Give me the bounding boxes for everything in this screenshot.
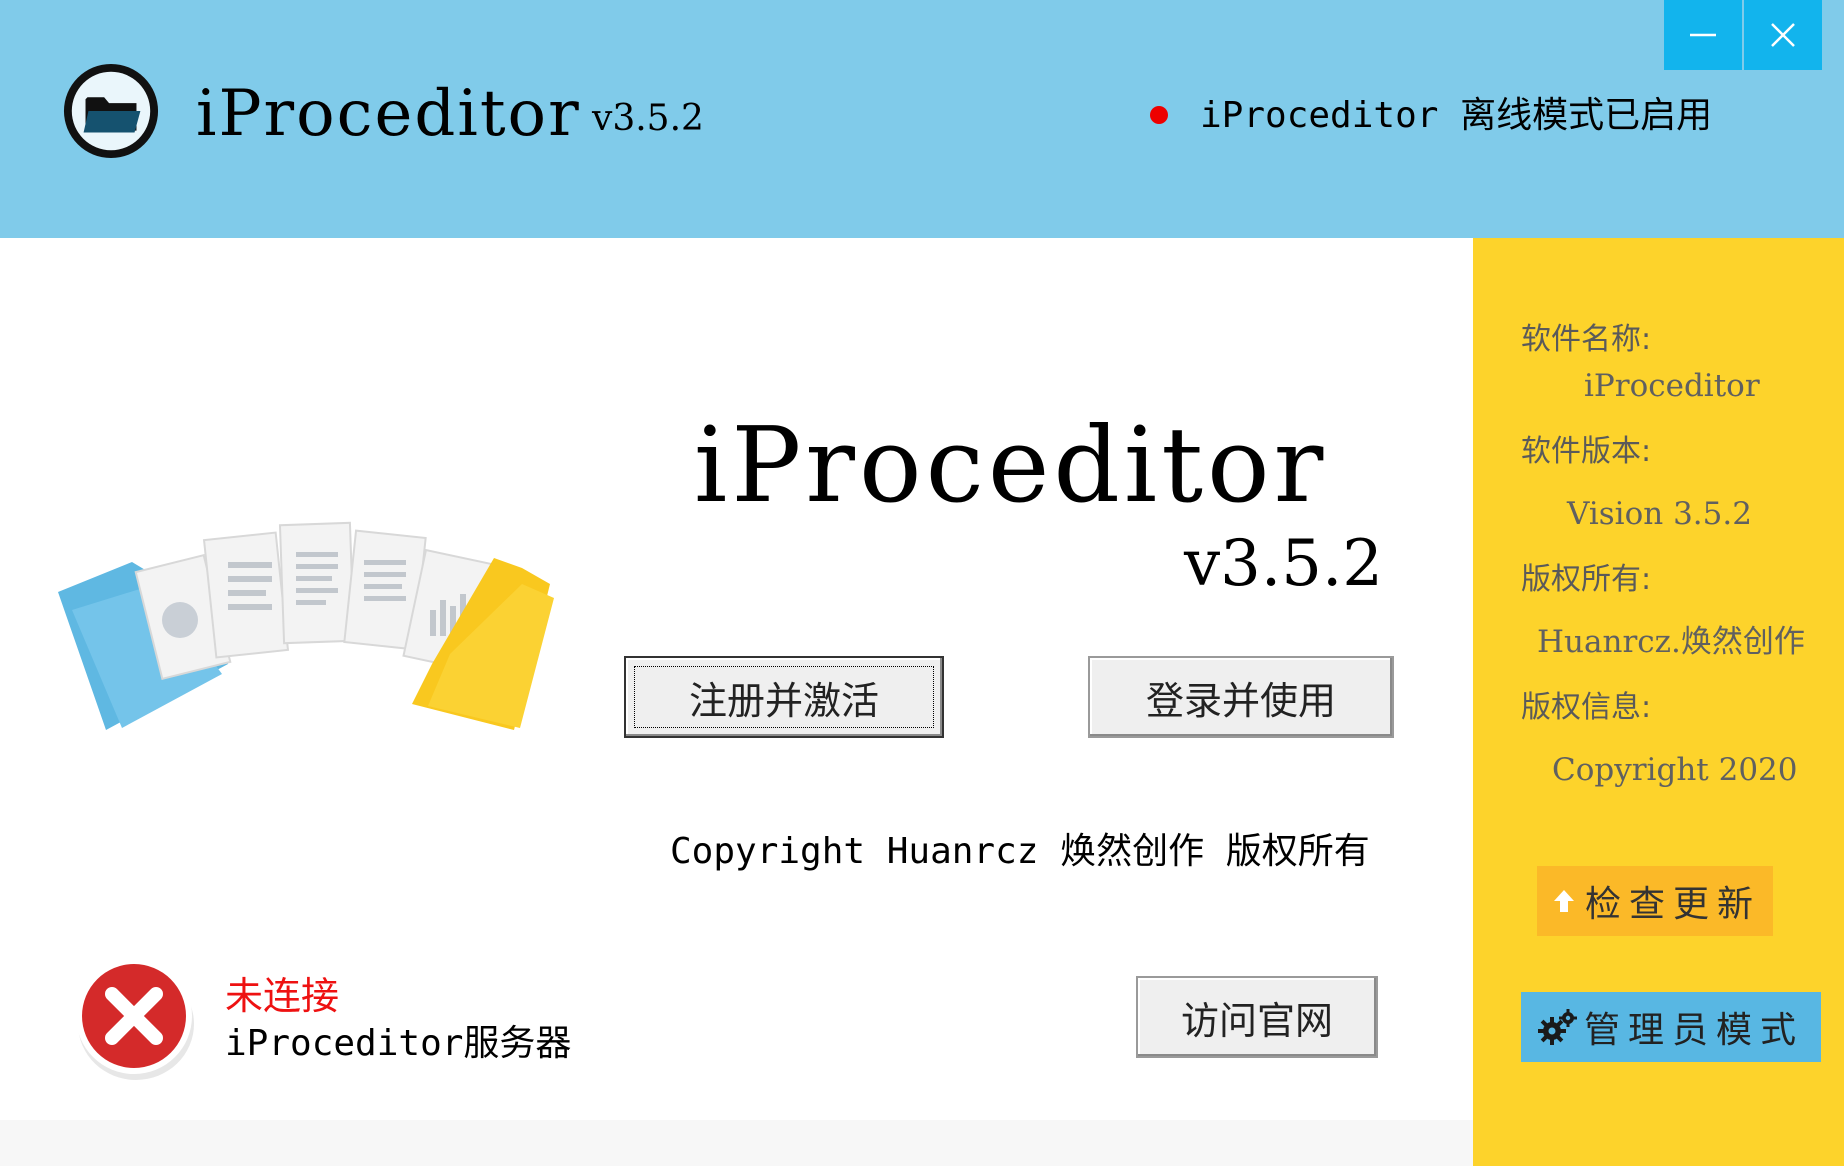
check-update-label: 检查更新 bbox=[1584, 884, 1761, 925]
status-dot-icon bbox=[1150, 106, 1168, 124]
software-version-value: Vision 3.5.2 bbox=[1567, 496, 1752, 532]
close-icon bbox=[1771, 23, 1795, 47]
copyright-owner-label: 版权所有: bbox=[1521, 562, 1652, 597]
app-title: iProceditor bbox=[196, 77, 581, 151]
copyright-info-label: 版权信息: bbox=[1521, 690, 1652, 725]
admin-mode-button[interactable]: 管理员模式 bbox=[1521, 992, 1821, 1062]
visit-website-label: 访问官网 bbox=[1180, 998, 1333, 1043]
software-name-value: iProceditor bbox=[1584, 368, 1760, 404]
connection-status: 未连接 bbox=[225, 974, 340, 1018]
offline-mode-status: iProceditor 离线模式已启用 bbox=[1200, 95, 1713, 136]
visit-website-button[interactable]: 访问官网 bbox=[1136, 976, 1378, 1058]
login-button[interactable]: 登录并使用 bbox=[1088, 656, 1394, 738]
register-activate-button[interactable]: 注册并激活 bbox=[624, 656, 944, 738]
product-title: iProceditor bbox=[694, 404, 1328, 526]
app-logo-icon bbox=[63, 63, 159, 159]
arrow-up-icon bbox=[1553, 890, 1574, 912]
software-name-label: 软件名称: bbox=[1521, 322, 1652, 357]
gear-icon bbox=[1537, 1009, 1577, 1045]
error-icon bbox=[76, 958, 194, 1080]
admin-mode-label: 管理员模式 bbox=[1583, 1010, 1804, 1051]
documents-illustration-icon bbox=[58, 521, 554, 730]
app-version: v3.5.2 bbox=[592, 98, 704, 139]
product-version: v3.5.2 bbox=[1184, 527, 1383, 601]
software-version-label: 软件版本: bbox=[1521, 434, 1652, 469]
connection-server: iProceditor服务器 bbox=[225, 1023, 572, 1064]
minimize-icon bbox=[1690, 33, 1716, 37]
close-button[interactable] bbox=[1744, 0, 1822, 70]
minimize-button[interactable] bbox=[1664, 0, 1742, 70]
bottom-strip bbox=[0, 1120, 1473, 1166]
login-label: 登录并使用 bbox=[1145, 678, 1336, 723]
check-update-button[interactable]: 检查更新 bbox=[1537, 866, 1773, 936]
copyright-text: Copyright Huanrcz 焕然创作 版权所有 bbox=[670, 831, 1370, 872]
copyright-owner-value: Huanrcz.焕然创作 bbox=[1537, 624, 1805, 660]
copyright-info-value: Copyright 2020 bbox=[1552, 752, 1798, 788]
register-activate-label: 注册并激活 bbox=[688, 678, 879, 723]
